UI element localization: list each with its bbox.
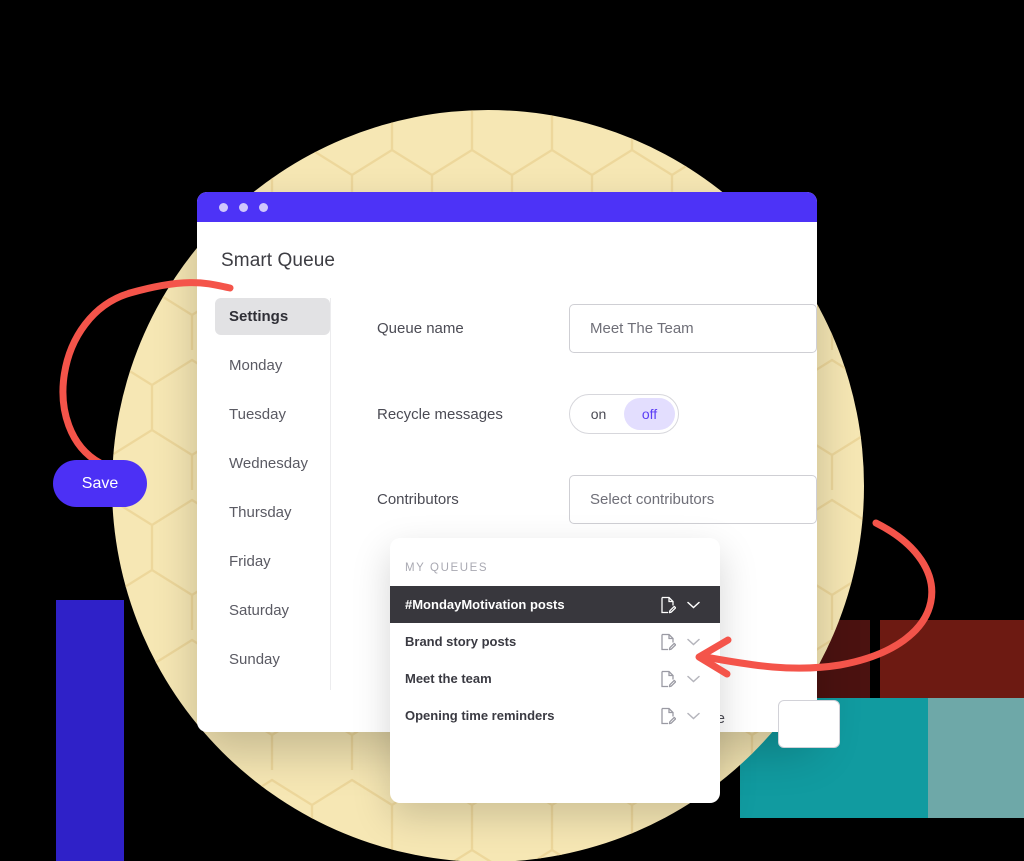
screenshot-stage: Smart Queue Settings Monday Tuesday Wedn…	[0, 0, 1024, 861]
chevron-down-icon[interactable]	[680, 601, 706, 609]
page-title: Smart Queue	[221, 250, 336, 271]
sidebar-item-label: Friday	[229, 553, 271, 570]
sidebar-item-wednesday[interactable]: Wednesday	[215, 445, 330, 482]
sidebar-item-sunday[interactable]: Sunday	[215, 641, 330, 678]
window-titlebar	[197, 192, 817, 222]
my-queues-header: MY QUEUES	[405, 562, 489, 574]
edit-document-icon[interactable]	[656, 596, 680, 614]
sidebar-item-saturday[interactable]: Saturday	[215, 592, 330, 629]
save-button[interactable]: Save	[53, 460, 147, 507]
recycle-messages-label: Recycle messages	[377, 405, 503, 423]
sidebar-item-label: Settings	[229, 308, 289, 325]
window-dot-minimize-icon[interactable]	[239, 202, 248, 212]
contributors-label: Contributors	[377, 491, 459, 508]
form-row-queue-name: Queue name Meet The Team	[377, 304, 817, 353]
form-row-recycle-messages: Recycle messages on off	[377, 394, 817, 434]
sidebar-item-thursday[interactable]: Thursday	[215, 494, 330, 531]
sidebar-item-monday[interactable]: Monday	[215, 347, 330, 384]
sidebar-item-label: Sunday	[229, 651, 280, 668]
queue-list-item-opening-time-reminders[interactable]: Opening time reminders	[390, 697, 720, 734]
queue-name-label: Queue name	[377, 320, 464, 337]
sidebar-item-label: Saturday	[229, 602, 290, 619]
sidebar-item-friday[interactable]: Friday	[215, 543, 330, 580]
toggle-option-off[interactable]: off	[624, 398, 675, 430]
queue-item-label: #MondayMotivation posts	[405, 597, 565, 612]
window-dot-close-icon[interactable]	[219, 202, 228, 212]
save-button-label: Save	[81, 474, 119, 492]
edit-document-icon[interactable]	[656, 670, 680, 688]
queue-list-item-mondaymotivation[interactable]: #MondayMotivation posts	[390, 586, 720, 623]
background-block-teal-light	[928, 698, 1024, 818]
form-row-contributors: Contributors Select contributors	[377, 475, 817, 524]
sidebar: Settings Monday Tuesday Wednesday Thursd…	[197, 298, 331, 690]
contributors-input[interactable]: Select contributors	[569, 475, 817, 524]
window-dot-maximize-icon[interactable]	[259, 202, 268, 212]
queue-item-label: Brand story posts	[405, 634, 517, 649]
sidebar-item-label: Wednesday	[229, 455, 308, 472]
background-input-field[interactable]	[778, 700, 840, 748]
sidebar-item-settings[interactable]: Settings	[215, 298, 330, 335]
sidebar-item-label: Tuesday	[229, 406, 286, 423]
my-queues-dropdown: MY QUEUES #MondayMotivation posts Brand …	[390, 538, 720, 803]
background-block-dark-right	[880, 620, 1024, 700]
chevron-down-icon[interactable]	[680, 638, 706, 646]
recycle-messages-toggle[interactable]: on off	[569, 394, 679, 434]
sidebar-item-tuesday[interactable]: Tuesday	[215, 396, 330, 433]
queue-item-label: Meet the team	[405, 671, 492, 686]
sidebar-item-label: Monday	[229, 357, 283, 374]
edit-document-icon[interactable]	[656, 707, 680, 725]
queue-list-item-brand-story[interactable]: Brand story posts	[390, 623, 720, 660]
chevron-down-icon[interactable]	[680, 675, 706, 683]
queue-list-item-meet-the-team[interactable]: Meet the team	[390, 660, 720, 697]
edit-document-icon[interactable]	[656, 633, 680, 651]
sidebar-item-label: Thursday	[229, 504, 292, 521]
toggle-option-on[interactable]: on	[573, 398, 624, 430]
queue-name-input[interactable]: Meet The Team	[569, 304, 817, 353]
chevron-down-icon[interactable]	[680, 712, 706, 720]
queue-item-label: Opening time reminders	[405, 708, 555, 723]
